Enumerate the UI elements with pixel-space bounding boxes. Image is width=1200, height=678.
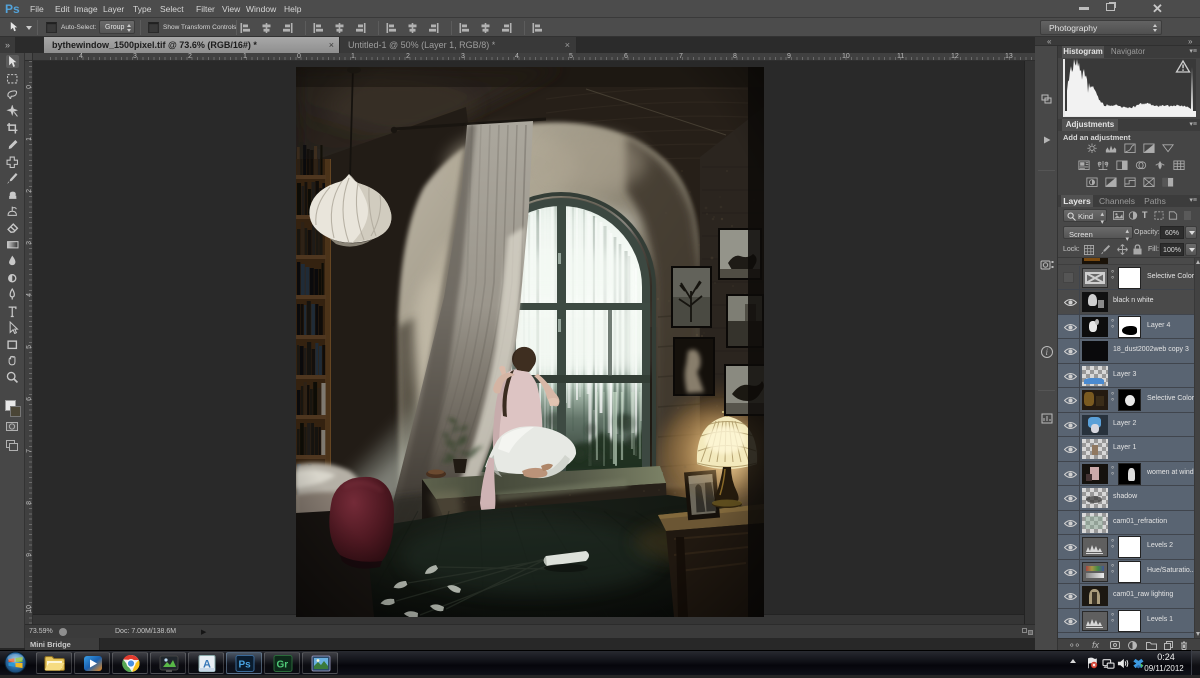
- svg-text:i: i: [1046, 347, 1049, 357]
- svg-text:Ps: Ps: [239, 660, 252, 671]
- svg-text:Gr: Gr: [277, 660, 289, 671]
